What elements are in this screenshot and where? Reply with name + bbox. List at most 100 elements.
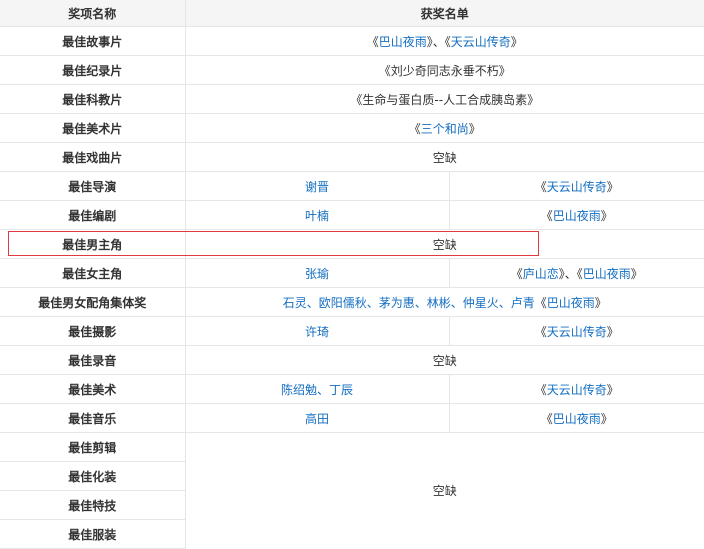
entry-link[interactable]: 巴山夜雨 xyxy=(553,209,601,223)
entry-link[interactable]: 巴山夜雨 xyxy=(583,267,631,281)
entry-text: 》、《 xyxy=(426,34,451,49)
table-row: 最佳戏曲片 空缺 xyxy=(0,142,704,172)
entry-link[interactable]: 巴山夜雨 xyxy=(553,412,601,426)
winner-cell: 《天云山传奇》 xyxy=(449,171,704,201)
entry-text: 《刘少奇同志永垂不朽》 xyxy=(378,63,511,78)
winner-cell: 谢晋 xyxy=(185,171,450,201)
winner-cell: 《生命与蛋白质--人工合成胰岛素》 xyxy=(185,84,704,114)
entry-text: 《 xyxy=(408,121,421,136)
entry-text: 《 xyxy=(534,382,547,397)
entry-text: 空缺 xyxy=(432,150,457,165)
award-name: 最佳美术片 xyxy=(0,113,186,143)
entry-link[interactable]: 三个和尚 xyxy=(421,122,469,136)
table-row: 最佳录音 空缺 xyxy=(0,345,704,375)
winner-cell: 空缺 xyxy=(185,345,704,375)
table-row: 最佳美术 陈绍勉、丁辰 《天云山传奇》 xyxy=(0,374,704,404)
entry-text: 》 xyxy=(600,208,613,223)
award-name: 最佳音乐 xyxy=(0,403,186,433)
award-name: 最佳剪辑 xyxy=(0,432,186,462)
award-name: 最佳戏曲片 xyxy=(0,142,186,172)
entry-text: 《 xyxy=(534,295,547,310)
entry-text: 《 xyxy=(534,179,547,194)
entry-text: 》 xyxy=(468,121,481,136)
entry-text: 》 xyxy=(600,411,613,426)
entry-text: 《 xyxy=(366,34,379,49)
merged-vacant-cell: 空缺 xyxy=(432,484,457,499)
winner-cell: 《巴山夜雨》 xyxy=(449,200,704,230)
entry-link[interactable]: 天云山传奇 xyxy=(547,383,607,397)
entry-text: 》、《 xyxy=(558,266,583,281)
winner-cell: 张瑜 xyxy=(185,258,450,288)
table-row: 最佳音乐 高田 《巴山夜雨》 xyxy=(0,403,704,433)
winner-cell: 《天云山传奇》 xyxy=(449,374,704,404)
entry-link[interactable]: 高田 xyxy=(305,412,329,426)
winner-cell: 陈绍勉、丁辰 xyxy=(185,374,450,404)
award-name: 最佳纪录片 xyxy=(0,55,186,85)
winner-cell: 空缺 xyxy=(185,229,704,259)
table-header-row: 奖项名称 获奖名单 xyxy=(0,0,704,27)
table-row: 最佳科教片 《生命与蛋白质--人工合成胰岛素》 xyxy=(0,84,704,114)
award-name: 最佳化装 xyxy=(0,461,186,491)
table-row: 最佳美术片 《三个和尚》 xyxy=(0,113,704,143)
award-name: 最佳编剧 xyxy=(0,200,186,230)
entry-link[interactable]: 陈绍勉、丁辰 xyxy=(281,383,353,397)
entry-link[interactable]: 石灵、欧阳儒秋、茅为惠、林彬、仲星火、卢青 xyxy=(283,296,535,310)
entry-link[interactable]: 叶楠 xyxy=(305,209,329,223)
entry-link[interactable]: 天云山传奇 xyxy=(451,35,511,49)
table-row: 最佳剪辑空缺 xyxy=(0,432,704,498)
winner-cell: 《巴山夜雨》 xyxy=(449,403,704,433)
entry-link[interactable]: 张瑜 xyxy=(305,267,329,281)
winner-cell: 高田 xyxy=(185,403,450,433)
entry-text: 》 xyxy=(606,382,619,397)
award-name: 最佳录音 xyxy=(0,345,186,375)
entry-text: 》 xyxy=(510,34,523,49)
entry-link[interactable]: 许琦 xyxy=(305,325,329,339)
entry-link[interactable]: 巴山夜雨 xyxy=(379,35,427,49)
award-name: 最佳导演 xyxy=(0,171,186,201)
award-name: 最佳男女配角集体奖 xyxy=(0,287,186,317)
winner-cell: 许琦 xyxy=(185,316,450,346)
entry-text: 《生命与蛋白质--人工合成胰岛素》 xyxy=(350,92,540,107)
table-row: 最佳男女配角集体奖 石灵、欧阳儒秋、茅为惠、林彬、仲星火、卢青《巴山夜雨》 xyxy=(0,287,704,317)
winner-cell: 《刘少奇同志永垂不朽》 xyxy=(185,55,704,85)
award-name: 最佳美术 xyxy=(0,374,186,404)
entry-link[interactable]: 巴山夜雨 xyxy=(547,296,595,310)
entry-text: 空缺 xyxy=(432,237,457,252)
winner-cell: 石灵、欧阳儒秋、茅为惠、林彬、仲星火、卢青《巴山夜雨》 xyxy=(185,287,704,317)
winner-cell: 《天云山传奇》 xyxy=(449,316,704,346)
header-award: 奖项名称 xyxy=(0,0,186,27)
table-row: 最佳男主角 空缺 xyxy=(0,229,704,259)
awards-table: 奖项名称 获奖名单 最佳故事片 《巴山夜雨》、《天云山传奇》 最佳纪录片 《刘少奇同志… xyxy=(0,0,704,549)
header-winners: 获奖名单 xyxy=(185,0,704,27)
table-row: 最佳摄影 许琦 《天云山传奇》 xyxy=(0,316,704,346)
entry-link[interactable]: 天云山传奇 xyxy=(547,180,607,194)
entry-text: 》 xyxy=(630,266,643,281)
award-name: 最佳科教片 xyxy=(0,84,186,114)
entry-link[interactable]: 谢晋 xyxy=(305,180,329,194)
entry-text: 》 xyxy=(606,179,619,194)
award-name: 最佳男主角 xyxy=(0,229,186,259)
winner-cell: 叶楠 xyxy=(185,200,450,230)
award-name: 最佳特技 xyxy=(0,490,186,520)
award-name: 最佳故事片 xyxy=(0,26,186,56)
entry-text: 》 xyxy=(606,324,619,339)
table-row: 最佳女主角 张瑜 《庐山恋》、《巴山夜雨》 xyxy=(0,258,704,288)
entry-text: 《 xyxy=(540,411,553,426)
entry-link[interactable]: 天云山传奇 xyxy=(547,325,607,339)
entry-text: 空缺 xyxy=(432,353,457,368)
table-row: 最佳纪录片 《刘少奇同志永垂不朽》 xyxy=(0,55,704,85)
entry-text: 《 xyxy=(534,324,547,339)
award-name: 最佳女主角 xyxy=(0,258,186,288)
entry-text: 》 xyxy=(594,295,607,310)
winner-cell: 《庐山恋》、《巴山夜雨》 xyxy=(449,258,704,288)
winner-cell: 《三个和尚》 xyxy=(185,113,704,143)
table-row: 最佳编剧 叶楠 《巴山夜雨》 xyxy=(0,200,704,230)
winner-cell: 空缺 xyxy=(185,142,704,172)
award-name: 最佳服装 xyxy=(0,519,186,549)
award-name: 最佳摄影 xyxy=(0,316,186,346)
entry-text: 《 xyxy=(510,266,523,281)
entry-text: 《 xyxy=(540,208,553,223)
entry-link[interactable]: 庐山恋 xyxy=(523,267,559,281)
table-row: 最佳故事片 《巴山夜雨》、《天云山传奇》 xyxy=(0,26,704,56)
winner-cell: 《巴山夜雨》、《天云山传奇》 xyxy=(185,26,704,56)
